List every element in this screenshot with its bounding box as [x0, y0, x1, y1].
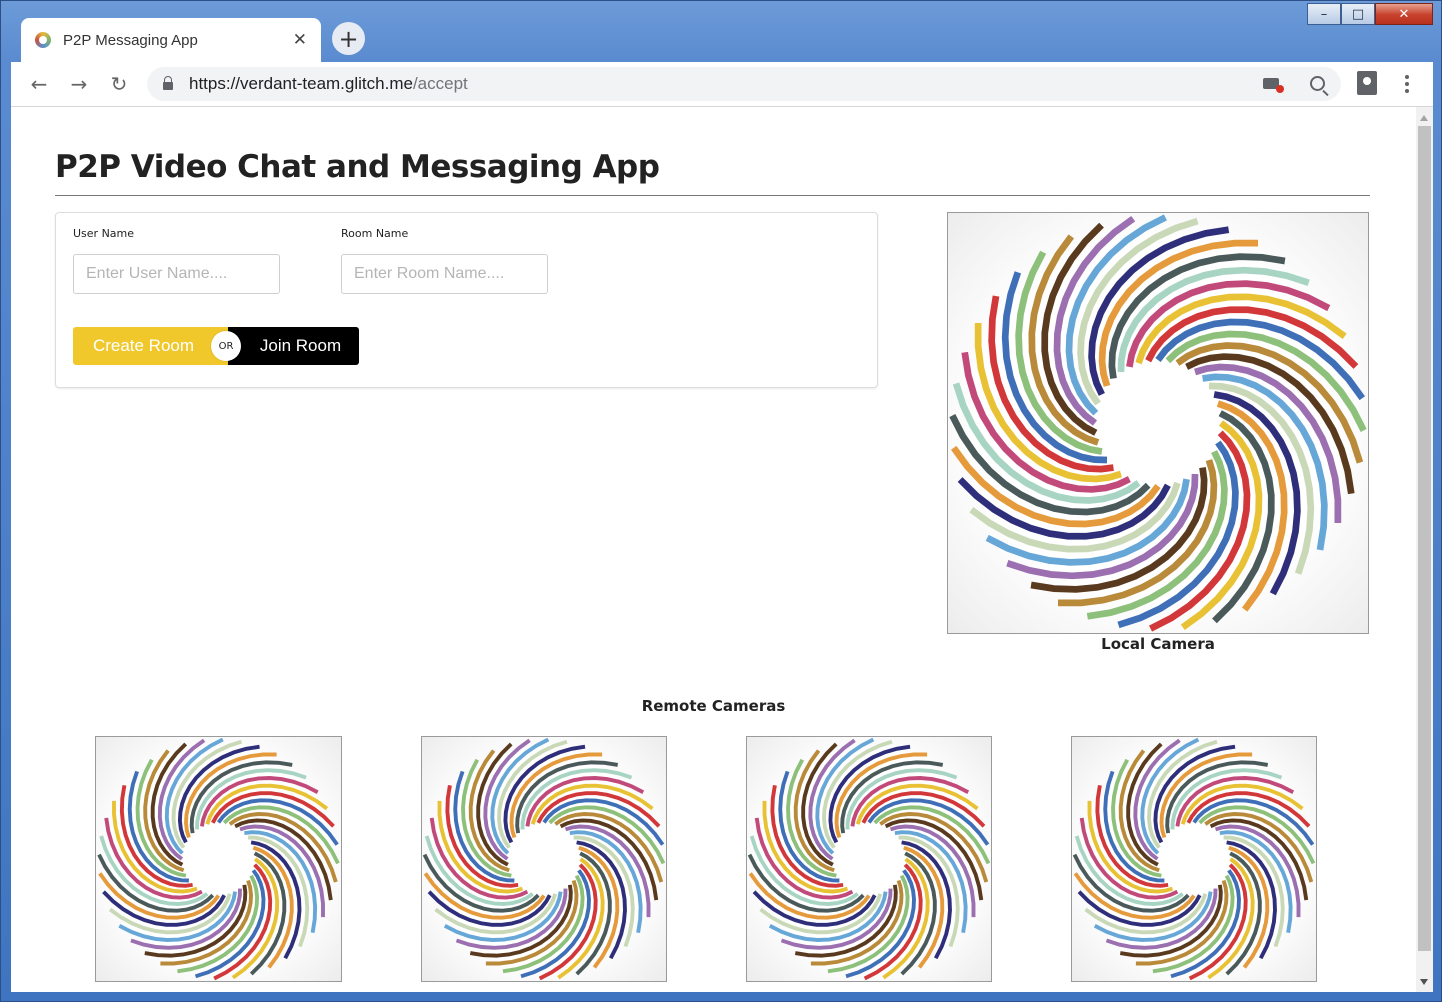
- browser-tab[interactable]: P2P Messaging App ✕: [21, 18, 321, 62]
- url-path: /accept: [412, 74, 468, 93]
- swirl-graphic: [1072, 737, 1316, 981]
- local-camera-caption: Local Camera: [1101, 635, 1215, 653]
- url-host: https://verdant-team.glitch.me: [189, 74, 413, 93]
- close-window-button[interactable]: ✕: [1375, 3, 1433, 25]
- url-text: https://verdant-team.glitch.me/accept: [189, 74, 468, 94]
- zoom-icon[interactable]: [1307, 73, 1327, 93]
- page-scrollbar[interactable]: [1416, 107, 1433, 992]
- favicon-icon: [35, 32, 51, 48]
- tab-close-icon[interactable]: ✕: [293, 30, 307, 50]
- page-title: P2P Video Chat and Messaging App: [55, 149, 660, 185]
- scrollbar-thumb[interactable]: [1418, 126, 1431, 951]
- room-name-label: Room Name: [341, 227, 409, 240]
- local-camera-video[interactable]: [947, 212, 1369, 634]
- window-controls: – □ ✕: [1307, 3, 1433, 25]
- remote-cameras-heading: Remote Cameras: [641, 697, 786, 715]
- browser-window: – □ ✕ P2P Messaging App ✕ + ← → ↻ https:…: [0, 0, 1442, 1002]
- omnibox-actions: [1261, 73, 1327, 93]
- room-name-input[interactable]: [341, 254, 548, 294]
- remote-camera-video-3[interactable]: [746, 736, 992, 982]
- or-divider-badge: OR: [211, 331, 241, 361]
- join-room-button[interactable]: Join Room: [228, 327, 359, 365]
- scroll-down-icon[interactable]: [1420, 979, 1428, 985]
- user-name-input[interactable]: [73, 254, 280, 294]
- remote-camera-video-1[interactable]: [95, 736, 342, 982]
- maximize-button[interactable]: □: [1341, 3, 1375, 25]
- browser-toolbar: ← → ↻ https://verdant-team.glitch.me/acc…: [11, 62, 1433, 107]
- title-divider: [55, 195, 1370, 196]
- remote-camera-video-2[interactable]: [421, 736, 667, 982]
- browser-menu-icon[interactable]: [1399, 70, 1415, 98]
- tab-title: P2P Messaging App: [63, 31, 198, 49]
- forward-icon[interactable]: →: [65, 70, 93, 98]
- room-button-group: Create Room Join Room OR: [73, 327, 359, 365]
- join-form-panel: User Name Room Name Create Room Join Roo…: [55, 212, 878, 388]
- create-room-button[interactable]: Create Room: [73, 327, 228, 365]
- swirl-graphic: [949, 214, 1367, 632]
- swirl-graphic: [422, 737, 666, 981]
- lock-icon: [163, 76, 173, 90]
- new-tab-button[interactable]: +: [332, 22, 365, 55]
- user-name-label: User Name: [73, 227, 135, 240]
- remote-camera-video-4[interactable]: [1071, 736, 1317, 982]
- reload-icon[interactable]: ↻: [105, 70, 133, 98]
- back-icon[interactable]: ←: [25, 70, 53, 98]
- camera-blocked-icon[interactable]: [1261, 73, 1284, 93]
- extension-icon[interactable]: [1357, 71, 1377, 95]
- address-bar[interactable]: https://verdant-team.glitch.me/accept: [147, 67, 1341, 101]
- swirl-graphic: [747, 737, 991, 981]
- swirl-graphic: [97, 737, 340, 981]
- scroll-up-icon[interactable]: [1420, 115, 1428, 121]
- page-viewport: P2P Video Chat and Messaging App User Na…: [11, 107, 1416, 992]
- minimize-button[interactable]: –: [1307, 3, 1341, 25]
